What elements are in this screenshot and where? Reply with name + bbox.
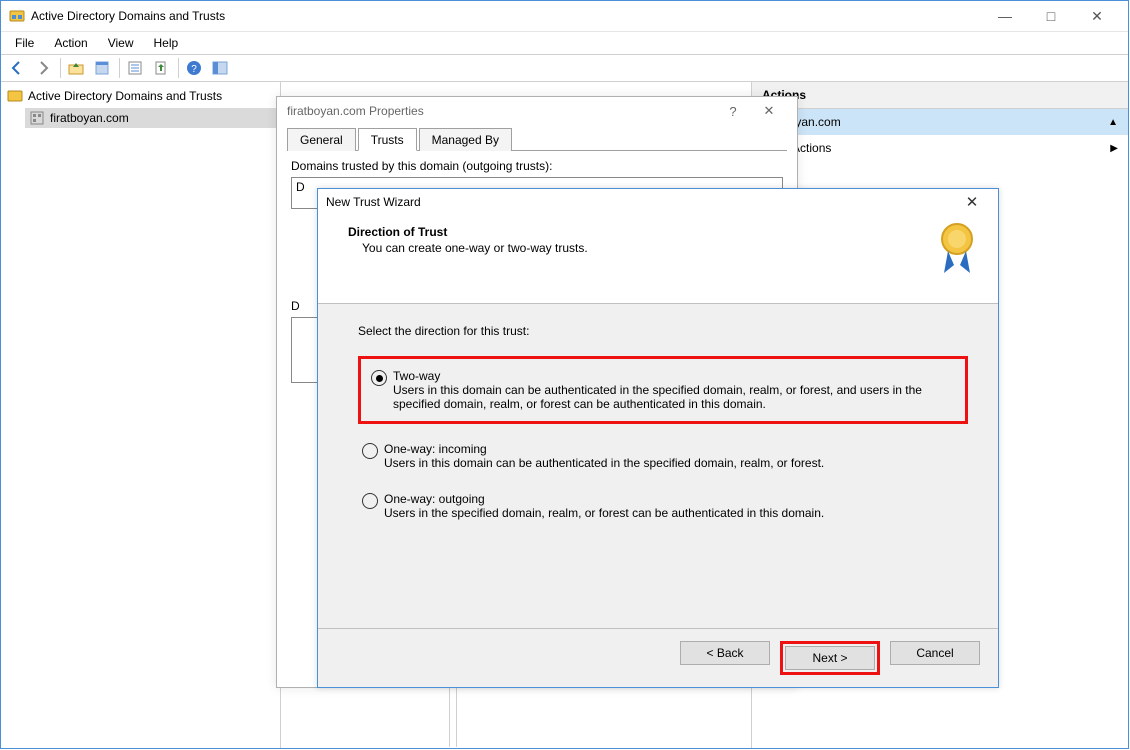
export-button[interactable] bbox=[149, 56, 173, 80]
menubar: File Action View Help bbox=[1, 32, 1128, 55]
up-folder-button[interactable] bbox=[64, 56, 88, 80]
outgoing-trusts-label: Domains trusted by this domain (outgoing… bbox=[291, 159, 783, 173]
maximize-button[interactable]: □ bbox=[1028, 1, 1074, 31]
menu-action[interactable]: Action bbox=[44, 33, 97, 53]
menu-file[interactable]: File bbox=[5, 33, 44, 53]
award-ribbon-icon bbox=[934, 221, 980, 279]
menu-view[interactable]: View bbox=[98, 33, 144, 53]
wizard-footer: < Back Next > Cancel bbox=[318, 628, 998, 687]
tree-root-label: Active Directory Domains and Trusts bbox=[28, 89, 222, 103]
next-button[interactable]: Next > bbox=[785, 646, 875, 670]
main-titlebar: Active Directory Domains and Trusts — □ … bbox=[1, 1, 1128, 32]
refresh-list-button[interactable] bbox=[123, 56, 147, 80]
highlighted-option: Two-way Users in this domain can be auth… bbox=[358, 356, 968, 424]
radio-one-way-outgoing[interactable] bbox=[362, 493, 378, 509]
properties-titlebar: firatboyan.com Properties ? ✕ bbox=[277, 97, 797, 125]
main-window: Active Directory Domains and Trusts — □ … bbox=[0, 0, 1129, 749]
show-pane-button[interactable] bbox=[208, 56, 232, 80]
tree-item-label: firatboyan.com bbox=[50, 111, 129, 125]
minimize-button[interactable]: — bbox=[982, 1, 1028, 31]
svg-text:?: ? bbox=[191, 64, 197, 75]
tab-managed-by[interactable]: Managed By bbox=[419, 128, 512, 151]
radio-two-way[interactable] bbox=[371, 370, 387, 386]
window-title: Active Directory Domains and Trusts bbox=[31, 9, 982, 23]
tree-root[interactable]: Active Directory Domains and Trusts bbox=[3, 86, 278, 106]
option-outgoing-desc: Users in the specified domain, realm, or… bbox=[384, 506, 824, 520]
option-incoming-desc: Users in this domain can be authenticate… bbox=[384, 456, 824, 470]
wizard-titlebar: New Trust Wizard ✕ bbox=[318, 189, 998, 215]
properties-title: firatboyan.com Properties bbox=[287, 104, 715, 118]
option-one-way-outgoing[interactable]: One-way: outgoing Users in the specified… bbox=[358, 488, 968, 524]
cancel-button[interactable]: Cancel bbox=[890, 641, 980, 665]
collapse-icon: ▲ bbox=[1108, 117, 1118, 128]
splitter[interactable] bbox=[449, 685, 457, 747]
window-controls: — □ ✕ bbox=[982, 1, 1120, 31]
properties-tabs: General Trusts Managed By bbox=[287, 127, 787, 151]
tree-pane[interactable]: Active Directory Domains and Trusts fira… bbox=[1, 82, 281, 749]
domains-icon bbox=[7, 88, 23, 104]
menu-help[interactable]: Help bbox=[144, 33, 189, 53]
option-incoming-label: One-way: incoming bbox=[384, 442, 824, 456]
radio-one-way-incoming[interactable] bbox=[362, 443, 378, 459]
more-actions-item[interactable]: More Actions ▶ bbox=[752, 135, 1128, 161]
option-outgoing-label: One-way: outgoing bbox=[384, 492, 824, 506]
forward-button[interactable] bbox=[31, 56, 55, 80]
tab-general[interactable]: General bbox=[287, 128, 356, 151]
option-two-way-label: Two-way bbox=[393, 369, 955, 383]
option-two-way[interactable]: Two-way Users in this domain can be auth… bbox=[367, 365, 959, 415]
actions-context-item[interactable]: firatboyan.com ▲ bbox=[752, 109, 1128, 135]
wizard-close-button[interactable]: ✕ bbox=[954, 193, 990, 211]
wizard-subheading: You can create one-way or two-way trusts… bbox=[362, 241, 984, 255]
tab-trusts[interactable]: Trusts bbox=[358, 128, 417, 151]
trust-wizard-dialog: New Trust Wizard ✕ Direction of Trust Yo… bbox=[317, 188, 999, 688]
back-button[interactable]: < Back bbox=[680, 641, 770, 665]
properties-button[interactable] bbox=[90, 56, 114, 80]
option-one-way-incoming[interactable]: One-way: incoming Users in this domain c… bbox=[358, 438, 968, 474]
submenu-icon: ▶ bbox=[1110, 143, 1118, 154]
properties-help-button[interactable]: ? bbox=[715, 104, 751, 119]
wizard-prompt: Select the direction for this trust: bbox=[358, 324, 968, 338]
app-icon bbox=[9, 8, 25, 24]
next-highlight: Next > bbox=[780, 641, 880, 675]
back-button[interactable] bbox=[5, 56, 29, 80]
wizard-title: New Trust Wizard bbox=[326, 195, 954, 209]
wizard-header: Direction of Trust You can create one-wa… bbox=[318, 215, 998, 304]
option-two-way-desc: Users in this domain can be authenticate… bbox=[393, 383, 922, 411]
wizard-body: Select the direction for this trust: Two… bbox=[318, 304, 998, 628]
tree-item-domain[interactable]: firatboyan.com bbox=[25, 108, 278, 128]
domain-icon bbox=[29, 110, 45, 126]
help-button[interactable]: ? bbox=[182, 56, 206, 80]
close-button[interactable]: ✕ bbox=[1074, 1, 1120, 31]
wizard-heading: Direction of Trust bbox=[348, 225, 984, 239]
toolbar: ? bbox=[1, 55, 1128, 82]
actions-header: Actions bbox=[752, 82, 1128, 109]
properties-close-button[interactable]: ✕ bbox=[751, 103, 787, 119]
